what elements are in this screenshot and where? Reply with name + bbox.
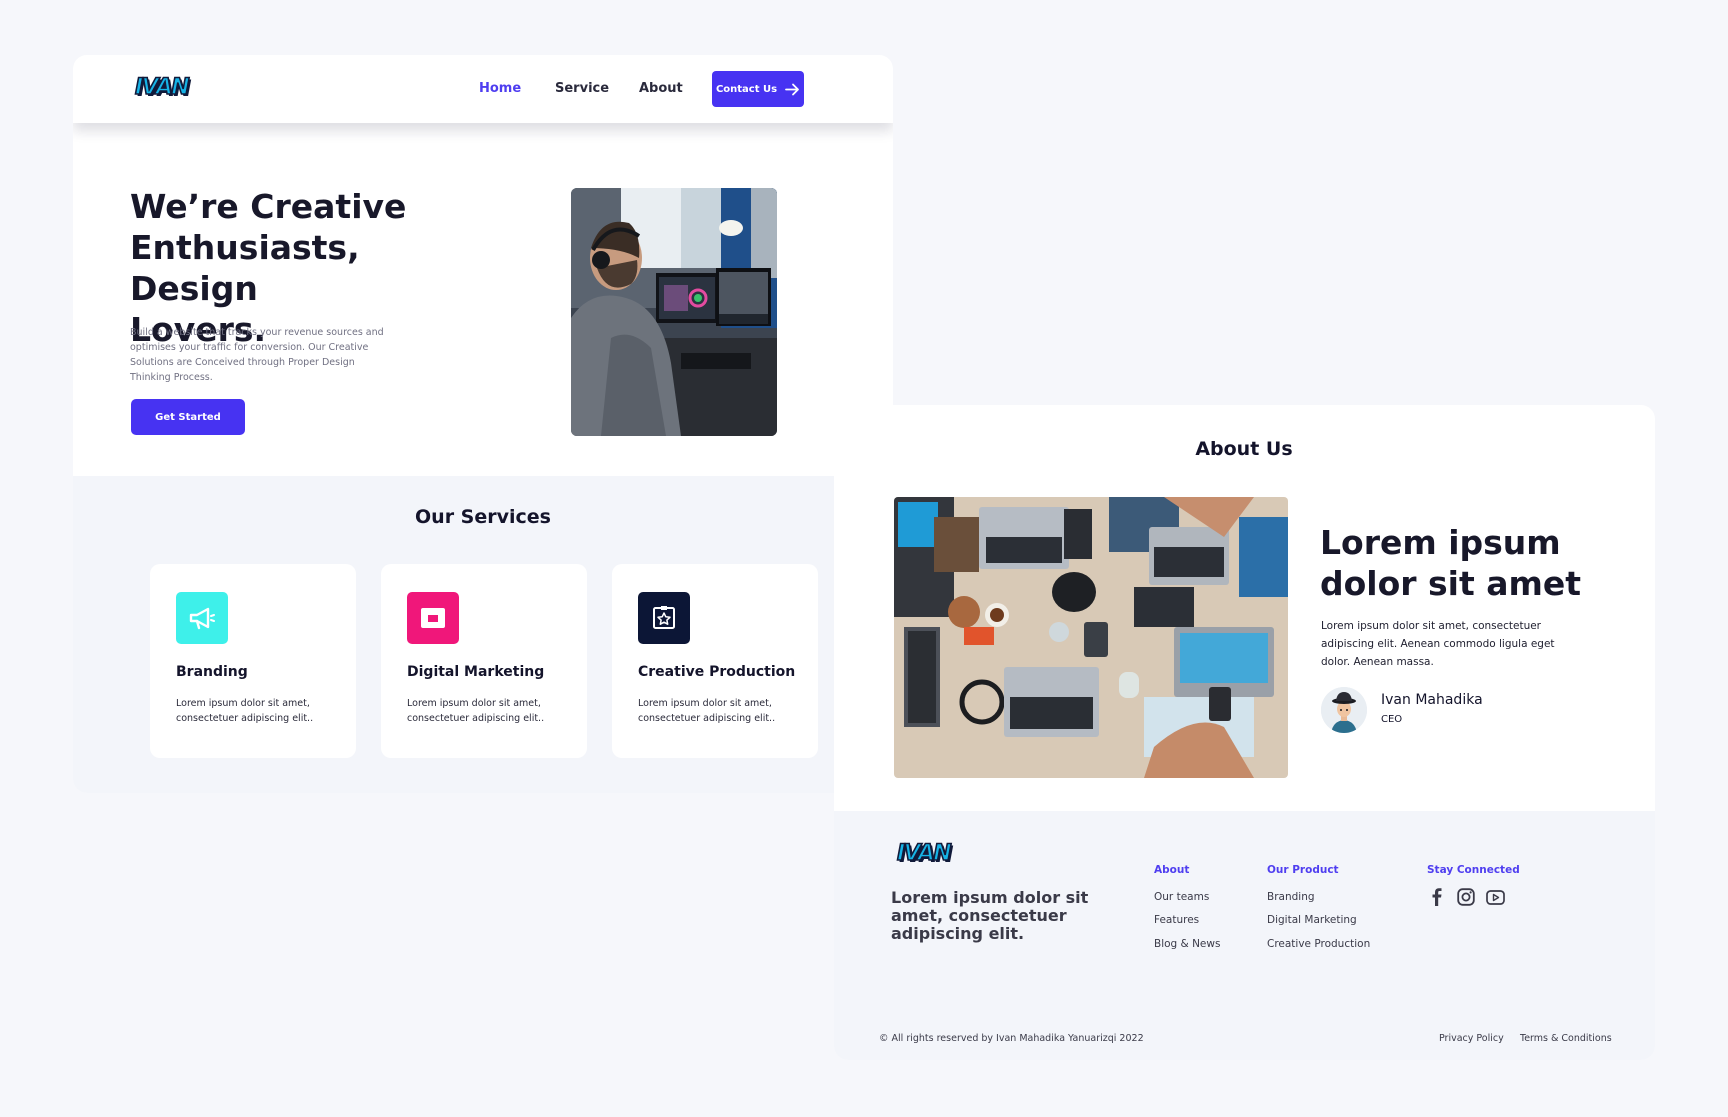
footer-tagline: Lorem ipsum dolor sit amet, consectetuer… [891, 888, 1089, 943]
get-started-button[interactable]: Get Started [131, 399, 245, 435]
hero-image [571, 188, 777, 436]
footer-heading-stay-connected: Stay Connected [1427, 864, 1520, 876]
footer-link-creative-production[interactable]: Creative Production [1267, 938, 1370, 950]
footer-link-digital-marketing[interactable]: Digital Marketing [1267, 914, 1357, 926]
service-card-digital-marketing[interactable]: Digital Marketing Lorem ipsum dolor sit … [381, 564, 587, 758]
copyright-text: © All rights reserved by Ivan Mahadika Y… [879, 1033, 1144, 1044]
facebook-icon[interactable] [1427, 887, 1447, 907]
person-name: Ivan Mahadika [1381, 692, 1483, 708]
about-page-preview: About Us Lorem ipsum dolor sit amet Lore… [834, 405, 1655, 1060]
person-role: CEO [1381, 714, 1403, 725]
service-card-branding[interactable]: Branding Lorem ipsum dolor sit amet, con… [150, 564, 356, 758]
hero-description: Build a website that tracks your revenue… [130, 327, 384, 383]
team-desk-photo [894, 497, 1288, 778]
footer-heading-about: About [1154, 864, 1190, 876]
landing-page-preview: IVAN Home Service About Contact Us We’re… [73, 55, 893, 793]
nav-home-link[interactable]: Home [479, 81, 521, 96]
about-image [894, 497, 1288, 778]
about-description: Lorem ipsum dolor sit amet, consectetuer… [1321, 620, 1555, 668]
service-name: Digital Marketing [407, 664, 545, 680]
nav-service-link[interactable]: Service [555, 81, 609, 96]
navbar: IVAN Home Service About Contact Us [73, 55, 893, 123]
service-description: Lorem ipsum dolor sit amet, consectetuer… [407, 698, 545, 724]
avatar [1321, 687, 1367, 733]
footer-logo[interactable]: IVAN [896, 840, 952, 867]
privacy-policy-link[interactable]: Privacy Policy [1439, 1033, 1504, 1044]
contact-us-label: Contact Us [715, 83, 778, 95]
service-card-creative-production[interactable]: Creative Production Lorem ipsum dolor si… [612, 564, 818, 758]
service-description: Lorem ipsum dolor sit amet, consectetuer… [176, 698, 314, 724]
services-section: Our Services Branding Lorem ipsum dolor … [73, 476, 893, 793]
logo[interactable]: IVAN [134, 74, 190, 101]
services-title: Our Services [415, 506, 551, 528]
window-icon [407, 592, 459, 644]
terms-conditions-link[interactable]: Terms & Conditions [1520, 1033, 1612, 1044]
footer-link-blog-news[interactable]: Blog & News [1154, 938, 1220, 950]
nav-about-link[interactable]: About [639, 81, 683, 96]
footer: IVAN Lorem ipsum dolor sit amet, consect… [834, 811, 1655, 1060]
arrow-right-icon [785, 83, 799, 95]
about-heading: Lorem ipsum dolor sit amet [1320, 523, 1582, 603]
star-frame-icon [638, 592, 690, 644]
about-title: About Us [1195, 438, 1293, 460]
service-description: Lorem ipsum dolor sit amet, consectetuer… [638, 698, 776, 724]
contact-us-button[interactable]: Contact Us [712, 71, 804, 107]
instagram-icon[interactable] [1456, 887, 1476, 907]
youtube-icon[interactable] [1485, 887, 1505, 907]
megaphone-icon [176, 592, 228, 644]
footer-link-features[interactable]: Features [1154, 914, 1199, 926]
footer-heading-our-product: Our Product [1267, 864, 1339, 876]
designer-at-desk-photo [571, 188, 777, 436]
service-name: Branding [176, 664, 248, 680]
service-name: Creative Production [638, 664, 796, 680]
footer-link-our-teams[interactable]: Our teams [1154, 891, 1209, 903]
footer-link-branding[interactable]: Branding [1267, 891, 1315, 903]
